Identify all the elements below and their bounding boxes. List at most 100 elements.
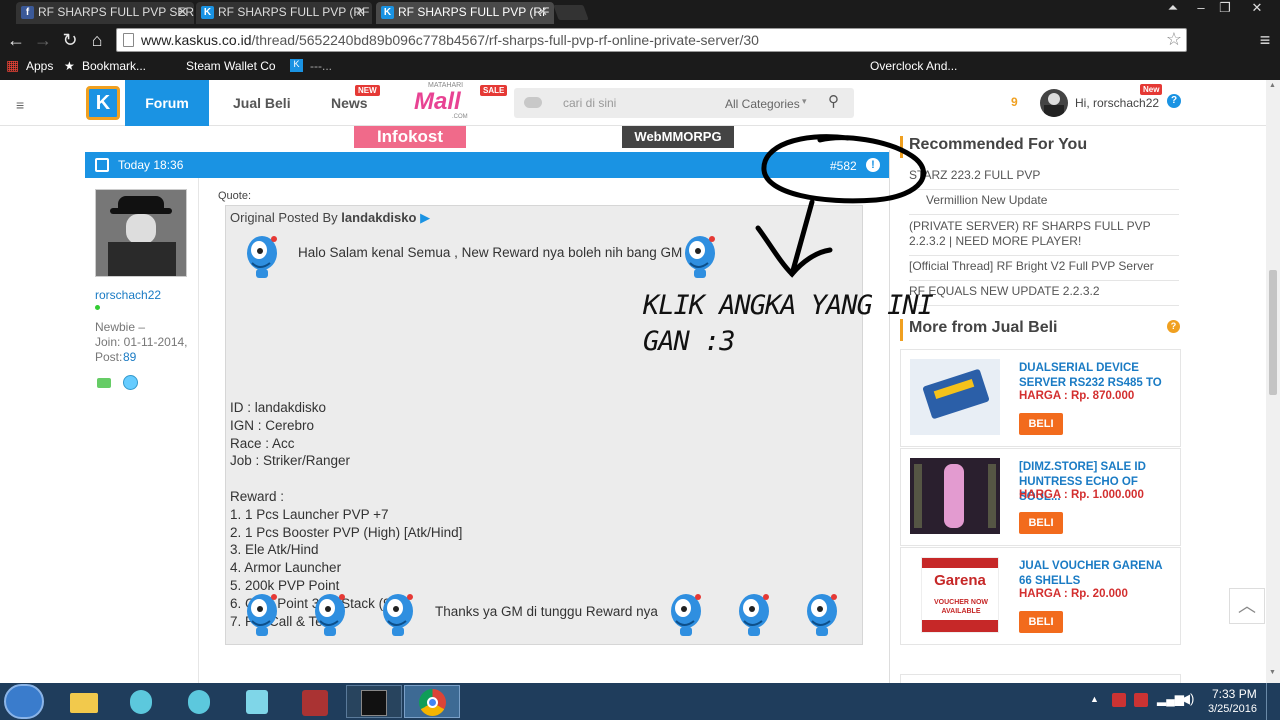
- site-header: ≡ K Forum Jual Beli News NEW MATAHARI Ma…: [0, 80, 1266, 126]
- tray-app-icon[interactable]: [1112, 693, 1126, 707]
- product-image[interactable]: Garena VOUCHER NOW AVAILABLE: [921, 557, 999, 633]
- clock-time[interactable]: 7:33 PM: [1212, 687, 1257, 701]
- buy-button[interactable]: BELI: [1019, 512, 1063, 534]
- bookmark-folder[interactable]: Bookmark...: [82, 59, 146, 73]
- recommended-item[interactable]: STARZ 223.2 FULL PVP: [909, 168, 1179, 183]
- page-icon: [123, 33, 134, 47]
- product-image[interactable]: [910, 359, 1000, 435]
- close-icon[interactable]: ✕: [177, 2, 188, 22]
- tray-expand-icon[interactable]: ▲: [1090, 694, 1099, 704]
- home-icon[interactable]: ⌂: [86, 30, 108, 50]
- view-post-icon[interactable]: ▶: [420, 210, 430, 225]
- clock-date[interactable]: 3/25/2016: [1208, 703, 1257, 715]
- buy-button[interactable]: BELI: [1019, 611, 1063, 633]
- profile-icon[interactable]: ⏶: [1162, 0, 1184, 16]
- window-close-icon[interactable]: ✕: [1246, 0, 1268, 16]
- emoticon-sticker-icon: [734, 591, 774, 637]
- menu-icon[interactable]: ≡: [1254, 30, 1276, 50]
- product-card[interactable]: Garena VOUCHER NOW AVAILABLE JUAL VOUCHE…: [900, 547, 1181, 645]
- bookmark-overclock[interactable]: Overclock And...: [870, 59, 957, 73]
- scroll-to-top-button[interactable]: ︿: [1229, 588, 1265, 624]
- app-taskbar-icon[interactable]: [230, 685, 286, 718]
- game-taskbar-icon[interactable]: [346, 685, 402, 718]
- search-input[interactable]: cari di sini: [563, 96, 616, 110]
- hamburger-icon[interactable]: ≡: [16, 97, 24, 113]
- new-tab-button[interactable]: [553, 5, 589, 20]
- product-card[interactable]: DUALSERIAL DEVICE SERVER RS232 RS485 TO …: [900, 349, 1181, 447]
- close-icon[interactable]: ✕: [537, 2, 548, 22]
- facebook-icon: f: [21, 6, 34, 19]
- bookmark-steam[interactable]: Steam Wallet Co: [186, 59, 276, 73]
- reward-item: 1. 1 Pcs Launcher PVP +7: [230, 506, 389, 522]
- bookmark-kaskus[interactable]: ---...: [310, 59, 332, 73]
- recommended-item[interactable]: (PRIVATE SERVER) RF SHARPS FULL PVP 2.2.…: [909, 219, 1179, 249]
- emoticon-sticker-icon: [666, 591, 706, 637]
- page-scrollbar[interactable]: ▲ ▼: [1266, 80, 1280, 683]
- tab-2[interactable]: K RF SHARPS FULL PVP (RF ✕: [196, 2, 372, 24]
- ad-banner-webmmorpg[interactable]: WebMMORPG: [622, 126, 734, 148]
- web-page: ≡ K Forum Jual Beli News NEW MATAHARI Ma…: [0, 80, 1266, 683]
- matahari-mall-logo[interactable]: MATAHARI Mall .COM SALE: [410, 82, 508, 124]
- user-post-count[interactable]: 89: [123, 350, 136, 364]
- bookmark-star-icon[interactable]: ☆: [1166, 29, 1182, 50]
- explorer-taskbar-icon[interactable]: [56, 685, 112, 718]
- scroll-up-icon[interactable]: ▲: [1269, 82, 1276, 89]
- volume-icon[interactable]: ◀): [1180, 691, 1194, 707]
- tray-app-icon[interactable]: [1134, 693, 1148, 707]
- scrollbar-thumb[interactable]: [1269, 270, 1277, 395]
- user-greeting[interactable]: Hi, rorschach22: [1075, 96, 1159, 110]
- notification-count[interactable]: 9: [1011, 95, 1018, 109]
- user-rank: Newbie –: [95, 320, 146, 334]
- original-author-link[interactable]: landakdisko: [341, 210, 416, 225]
- help-icon[interactable]: ?: [1167, 320, 1180, 333]
- show-desktop-button[interactable]: [1266, 683, 1280, 720]
- message-icon[interactable]: [97, 378, 111, 388]
- emoticon-sticker-icon: [802, 591, 842, 637]
- tab-1[interactable]: f RF SHARPS FULL PVP SER ✕: [16, 2, 194, 24]
- help-icon[interactable]: ?: [1167, 94, 1181, 108]
- kaskus-logo[interactable]: K: [86, 86, 120, 120]
- checkbox-icon[interactable]: [95, 158, 109, 172]
- nav-forum[interactable]: Forum: [125, 80, 209, 126]
- chrome-taskbar-icon[interactable]: [404, 685, 460, 718]
- recommended-item[interactable]: [Official Thread] RF Bright V2 Full PVP …: [909, 259, 1179, 274]
- product-price: HARGA : Rp. 870.000: [1019, 390, 1135, 402]
- user-avatar[interactable]: [95, 189, 187, 277]
- user-name[interactable]: rorschach22: [95, 288, 161, 302]
- tab-3-active[interactable]: K RF SHARPS FULL PVP (RF ✕: [376, 2, 554, 24]
- detail-line: Job : Striker/Ranger: [230, 453, 351, 469]
- windows-taskbar: ▲ ▂▄▆ ◀) 7:33 PM 3/25/2016: [0, 683, 1280, 720]
- reload-icon[interactable]: ↻: [59, 30, 81, 50]
- buy-button[interactable]: BELI: [1019, 413, 1063, 435]
- address-bar[interactable]: www.kaskus.co.id/thread/5652240bd89b096c…: [116, 28, 1187, 52]
- product-title[interactable]: DUALSERIAL DEVICE SERVER RS232 RS485 TO: [1019, 361, 1169, 391]
- url-text[interactable]: www.kaskus.co.id/thread/5652240bd89b096c…: [141, 32, 759, 48]
- kaskus-icon: K: [201, 6, 214, 19]
- close-icon[interactable]: ✕: [355, 2, 366, 22]
- ad-banner-infokost[interactable]: Infokost: [354, 126, 466, 148]
- apps-grid-icon: ▦: [6, 57, 20, 73]
- recommended-item[interactable]: RF EQUALS NEW UPDATE 2.2.3.2: [909, 284, 1179, 299]
- app-taskbar-icon[interactable]: [172, 685, 228, 718]
- scroll-down-icon[interactable]: ▼: [1269, 669, 1276, 676]
- app-taskbar-icon[interactable]: [114, 685, 170, 718]
- restore-icon[interactable]: ❐: [1214, 0, 1236, 16]
- avatar[interactable]: [1040, 89, 1068, 117]
- nav-jual-beli[interactable]: Jual Beli: [233, 95, 291, 111]
- product-price: HARGA : Rp. 1.000.000: [1019, 489, 1144, 501]
- minimize-icon[interactable]: –: [1190, 0, 1212, 16]
- sidebar: Recommended For You STARZ 223.2 FULL PVP…: [900, 132, 1182, 683]
- recommended-item[interactable]: Vermillion New Update: [926, 193, 1196, 208]
- emoticon-icon[interactable]: [123, 375, 138, 390]
- game-taskbar-icon[interactable]: [288, 685, 344, 718]
- product-image[interactable]: [910, 458, 1000, 534]
- bookmark-apps[interactable]: Apps: [26, 59, 53, 73]
- product-title[interactable]: JUAL VOUCHER GARENA 66 SHELLS: [1019, 559, 1169, 589]
- forward-icon[interactable]: →: [32, 30, 54, 50]
- product-card[interactable]: [DIMZ.STORE] SALE ID HUNTRESS ECHO OF SO…: [900, 448, 1181, 546]
- back-icon[interactable]: ←: [5, 30, 27, 50]
- nav-news[interactable]: News: [331, 95, 368, 111]
- start-button[interactable]: [4, 684, 44, 719]
- search-icon[interactable]: ⚲: [828, 92, 839, 110]
- category-select[interactable]: All Categories: [725, 97, 800, 111]
